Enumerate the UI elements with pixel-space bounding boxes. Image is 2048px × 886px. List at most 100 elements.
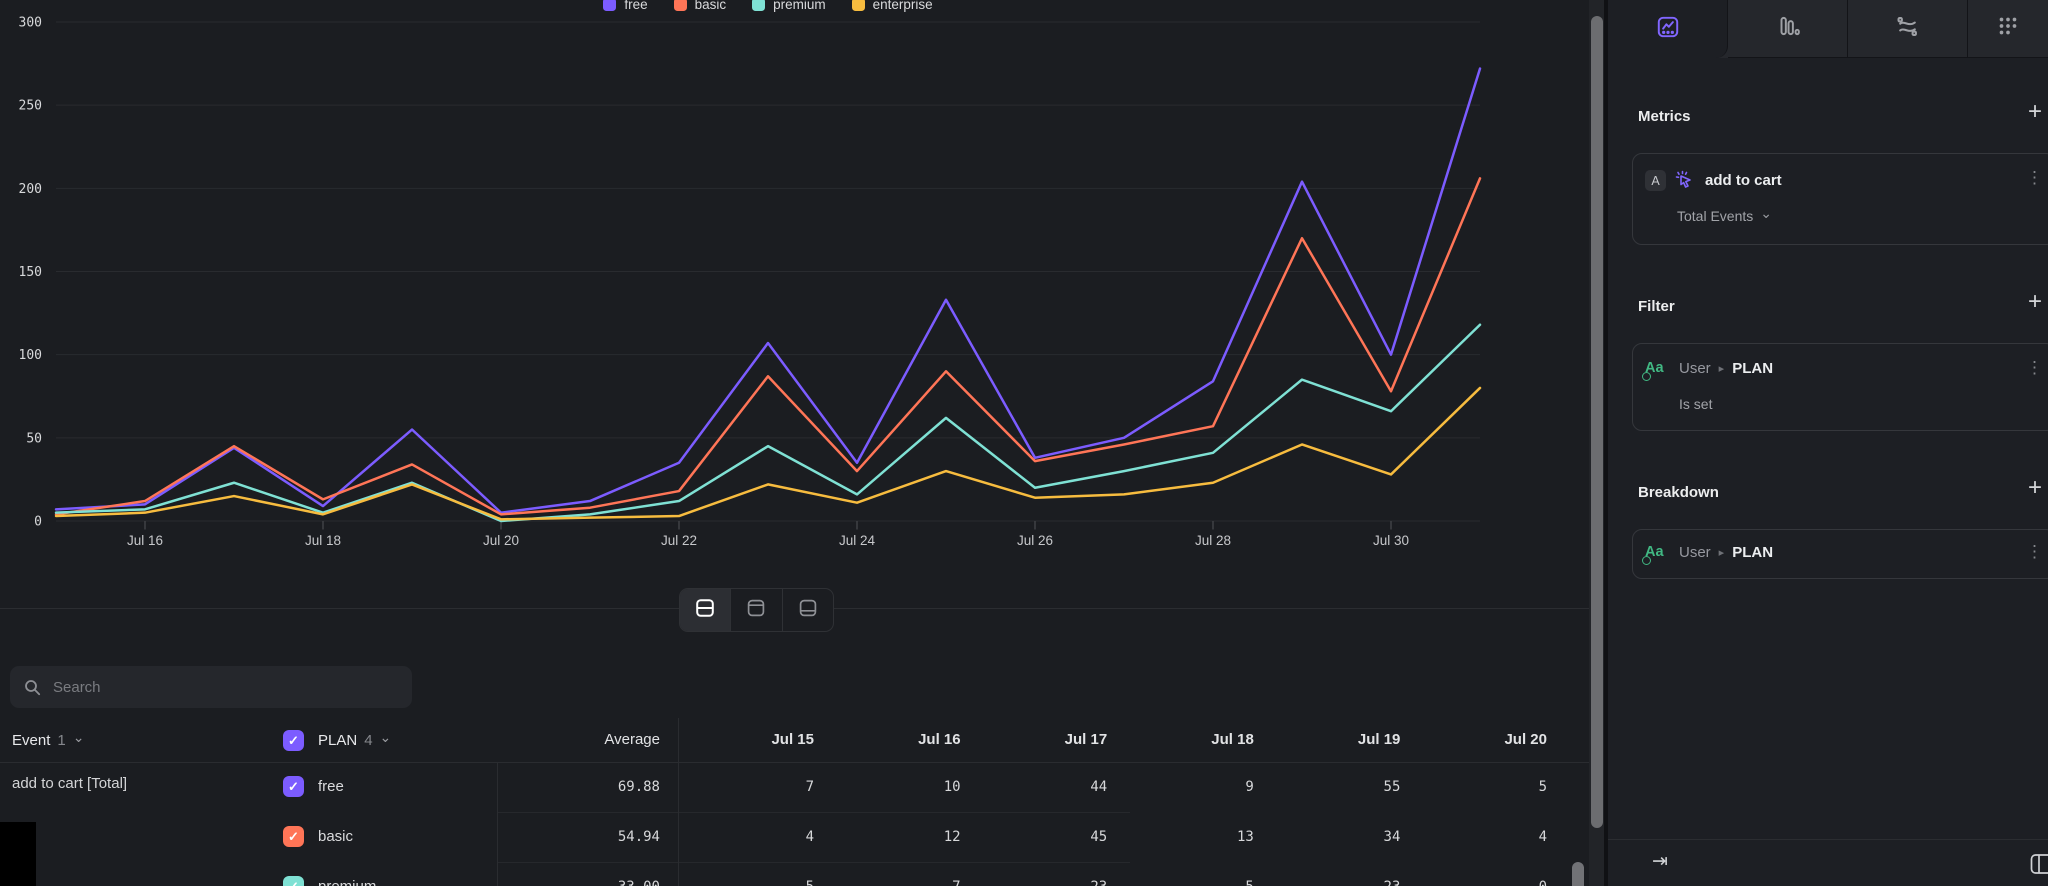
page-scrollbar-thumb[interactable] <box>1591 16 1603 828</box>
average-value: 54.94 <box>520 812 660 862</box>
property-name: PLAN <box>1732 544 1773 561</box>
table-header: Event 1 ⌄ ✓ PLAN 4 ⌄ Average Jul 15Jul 1… <box>0 718 1589 763</box>
tab-more-charts[interactable] <box>1968 0 2048 58</box>
text-property-icon: Aa <box>1645 544 1671 564</box>
series-checkbox-basic[interactable]: ✓ <box>283 826 304 847</box>
legend-item-premium[interactable]: premium <box>752 0 826 12</box>
insights-line-chart-icon <box>1655 14 1681 45</box>
bar-chart-icon <box>1775 13 1801 44</box>
data-cell: 5 <box>674 862 814 886</box>
metric-card[interactable]: A add to cart ⋮ Total Events ⌄ <box>1632 153 2048 245</box>
legend-label: premium <box>773 0 826 12</box>
layout-toggle <box>679 588 834 632</box>
select-all-checkbox[interactable]: ✓ <box>283 730 304 751</box>
x-axis-label: Jul 22 <box>661 533 697 548</box>
kebab-menu-icon[interactable]: ⋮ <box>2026 542 2043 562</box>
x-axis-label: Jul 30 <box>1373 533 1409 548</box>
breakdown-card[interactable]: Aa User ▸ PLAN ⋮ <box>1632 529 2048 579</box>
kebab-menu-icon[interactable]: ⋮ <box>2026 358 2043 378</box>
metric-aggregation-dropdown[interactable]: Total Events ⌄ <box>1677 208 1772 224</box>
layout-table-only-button[interactable] <box>783 589 833 631</box>
filter-card[interactable]: Aa User ▸ PLAN ⋮ Is set <box>1632 343 2048 431</box>
table-row-premium[interactable]: ✓premium33.0057235230 <box>0 862 1589 886</box>
data-cell: 4 <box>1407 812 1547 862</box>
plan-column-dropdown[interactable]: PLAN 4 ⌄ <box>318 718 391 762</box>
metrics-heading: Metrics <box>1638 108 1691 125</box>
series-checkbox-premium[interactable]: ✓ <box>283 876 304 886</box>
line-chart[interactable]: 050100150200250300Jul 16Jul 18Jul 20Jul … <box>0 0 1589 612</box>
check-icon: ✓ <box>288 733 299 749</box>
legend-swatch <box>603 0 616 11</box>
table-column-divider <box>678 718 679 886</box>
date-column-header: Jul 18 <box>1114 718 1254 762</box>
tab-line-chart[interactable] <box>1608 0 1728 58</box>
x-axis-label: Jul 16 <box>127 533 163 548</box>
breakdown-property[interactable]: User ▸ PLAN <box>1679 544 1773 561</box>
breadcrumb-arrow-icon: ▸ <box>1719 362 1725 375</box>
x-axis-label: Jul 28 <box>1195 533 1231 548</box>
y-axis-label: 50 <box>26 431 42 446</box>
legend-swatch <box>752 0 765 11</box>
kebab-menu-icon[interactable]: ⋮ <box>2026 168 2043 188</box>
y-axis-label: 250 <box>19 99 42 114</box>
tab-bar-chart[interactable] <box>1728 0 1848 58</box>
split-view-icon <box>694 597 716 624</box>
app-root: freebasicpremiumenterprise 0501001502002… <box>0 0 2048 886</box>
data-cell: 23 <box>967 862 1107 886</box>
flows-icon <box>1894 13 1921 45</box>
table-row-free[interactable]: ✓free69.88710449555 <box>0 762 1589 812</box>
add-metric-button[interactable]: + <box>2028 102 2042 122</box>
data-cell: 4 <box>674 812 814 862</box>
legend-item-basic[interactable]: basic <box>674 0 727 12</box>
report-canvas: freebasicpremiumenterprise 0501001502002… <box>0 0 1589 886</box>
x-axis-label: Jul 18 <box>305 533 341 548</box>
check-icon: ✓ <box>288 829 299 845</box>
check-icon: ✓ <box>288 779 299 795</box>
x-axis-label: Jul 26 <box>1017 533 1053 548</box>
add-filter-button[interactable]: + <box>2028 292 2042 312</box>
average-column-header: Average <box>520 718 660 762</box>
event-click-icon <box>1673 169 1695 196</box>
metric-event-name[interactable]: add to cart <box>1705 172 1782 189</box>
table-row-basic[interactable]: ✓basic54.944124513344 <box>0 812 1589 862</box>
event-row-label: add to cart [Total] <box>12 775 127 792</box>
collapse-panel-icon[interactable]: ⇥ <box>1652 850 1668 873</box>
property-name: PLAN <box>1732 360 1773 377</box>
x-axis-label: Jul 20 <box>483 533 519 548</box>
data-cell: 5 <box>1407 762 1547 812</box>
legend-label: enterprise <box>873 0 933 12</box>
series-line-basic[interactable] <box>56 178 1480 514</box>
legend-label: free <box>624 0 647 12</box>
add-breakdown-button[interactable]: + <box>2028 478 2042 498</box>
table-series-divider <box>497 762 498 886</box>
search-input[interactable] <box>51 678 398 697</box>
layout-split-view-button[interactable] <box>680 589 731 631</box>
data-cell: 44 <box>967 762 1107 812</box>
data-cell: 7 <box>821 862 961 886</box>
bottom-panel-icon <box>797 597 819 624</box>
table-scrollbar-thumb[interactable] <box>1572 862 1584 886</box>
average-value: 69.88 <box>520 762 660 812</box>
legend-item-free[interactable]: free <box>603 0 647 12</box>
filter-operator[interactable]: Is set <box>1679 396 1712 412</box>
data-cell: 7 <box>674 762 814 812</box>
series-checkbox-free[interactable]: ✓ <box>283 776 304 797</box>
side-panel-icon[interactable] <box>2030 853 2048 880</box>
layout-chart-only-button[interactable] <box>731 589 782 631</box>
legend-swatch <box>852 0 865 11</box>
series-label: premium <box>318 862 376 886</box>
metric-series-badge: A <box>1645 170 1666 191</box>
legend-item-enterprise[interactable]: enterprise <box>852 0 933 12</box>
apps-grid-icon <box>1995 13 2021 44</box>
tab-flows[interactable] <box>1848 0 1968 58</box>
table-search <box>10 666 412 708</box>
y-axis-label: 200 <box>19 182 42 197</box>
data-cell: 9 <box>1114 762 1254 812</box>
date-column-header: Jul 17 <box>967 718 1107 762</box>
panel-footer: ⇥ <box>1608 839 2048 886</box>
data-cell: 23 <box>1260 862 1400 886</box>
event-column-dropdown[interactable]: Event 1 ⌄ <box>12 718 84 762</box>
data-cell: 5 <box>1114 862 1254 886</box>
date-column-header: Jul 20 <box>1407 718 1547 762</box>
filter-property[interactable]: User ▸ PLAN <box>1679 360 1773 377</box>
